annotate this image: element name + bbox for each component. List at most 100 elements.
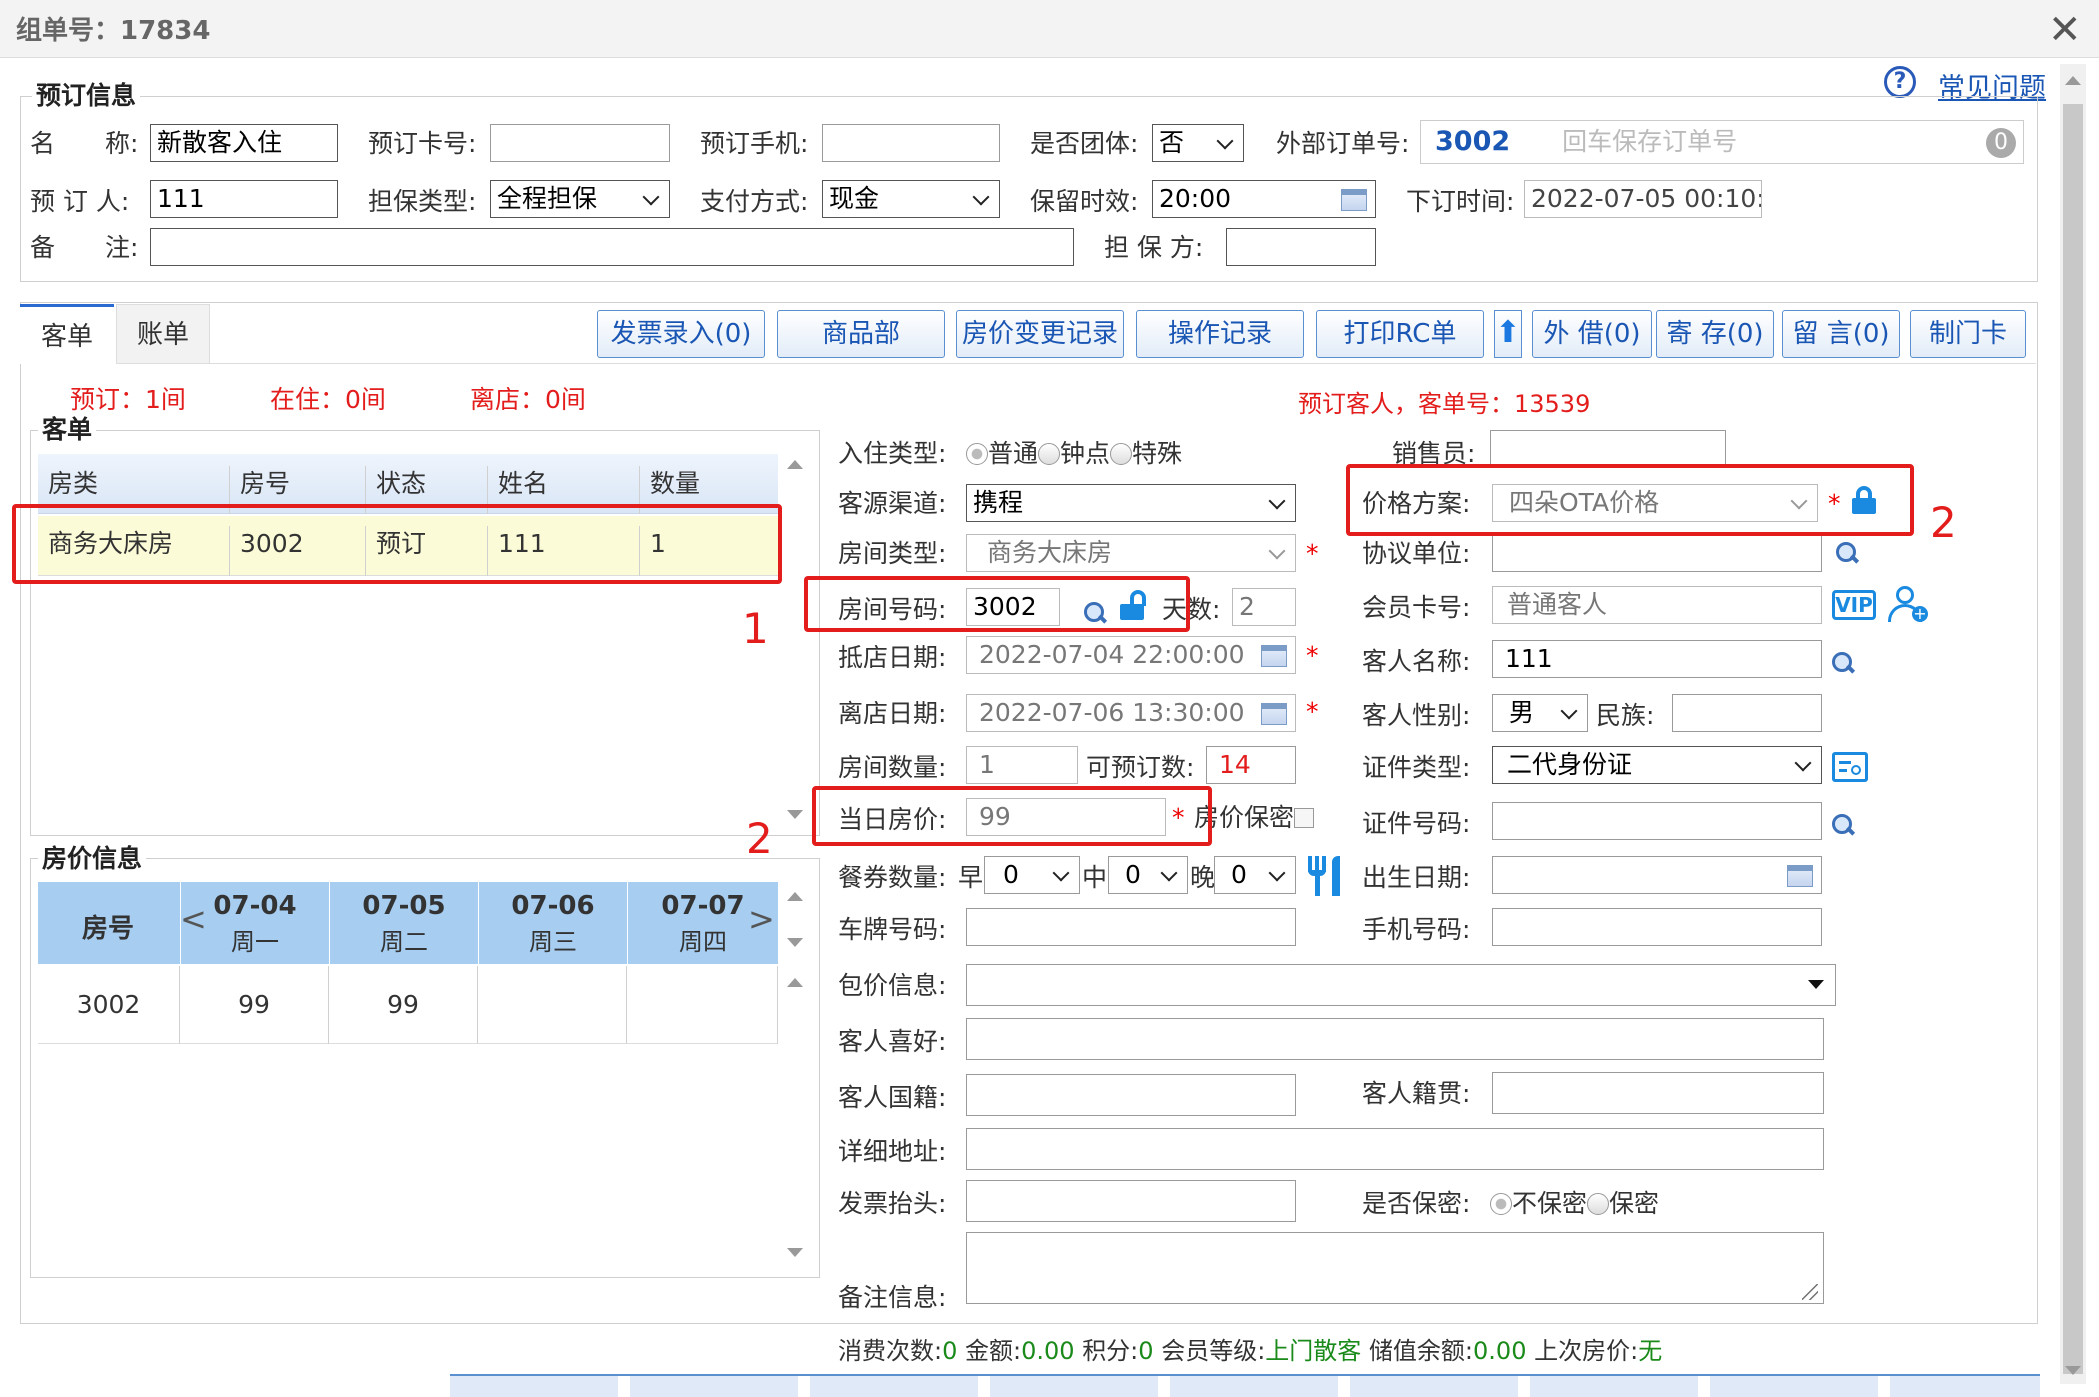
room-count-label: 房间数量: [838,753,947,782]
tab-bill[interactable]: 账单 [116,304,210,364]
tab-guest[interactable]: 客单 [20,304,114,364]
nation-label: 客人国籍: [838,1083,947,1112]
plate-input[interactable] [966,908,1296,946]
agreement-input[interactable] [1492,534,1822,572]
tab-strip-line [210,363,2036,364]
help-icon[interactable]: ? [1884,66,1916,98]
name-input[interactable]: 新散客入住 [150,124,338,162]
scrollbar[interactable] [2060,64,2086,1384]
member-label: 会员卡号: [1362,593,1471,622]
radio-hourly[interactable] [1038,443,1061,465]
hold-input[interactable]: 20:00 [1152,180,1376,218]
ext-order-input[interactable]: 3002 回车保存订单号 [1420,120,2024,164]
group-select[interactable]: 否 [1152,124,1244,162]
breakfast-select[interactable]: 0 [984,856,1080,894]
make-card-button[interactable]: 制门卡 [1910,310,2026,358]
pay-select[interactable]: 现金 [822,180,1000,218]
table-row[interactable]: 3002 99 99 [38,966,778,1044]
gender-label: 客人性别: [1362,701,1471,730]
phone-input[interactable] [822,124,1000,162]
booker-input[interactable]: 111 [150,180,338,218]
points-value: 0 [1138,1337,1154,1365]
remark-input[interactable] [150,228,1074,266]
calendar-icon[interactable] [1341,189,1367,211]
secret-no-label: 不保密 [1512,1189,1588,1218]
arrive-input[interactable]: 2022-07-04 22:00:00 [966,636,1296,674]
calendar-icon[interactable] [1261,645,1287,667]
guest-list-scrollbar[interactable] [787,460,803,820]
amount-value: 0.00 [1021,1337,1075,1365]
calendar-icon[interactable] [1787,865,1813,887]
hold-label: 保留时效: [1030,187,1139,216]
id-type-select[interactable]: 二代身份证 [1492,746,1822,784]
upload-arrow-icon[interactable]: ⬆ [1494,310,1522,358]
print-rc-button[interactable]: 打印RC单 [1316,310,1484,358]
close-icon[interactable]: ✕ [2048,10,2082,50]
level-value: 上门散客 [1265,1337,1362,1365]
balance-label: 储值余额: [1368,1337,1474,1365]
gender-select[interactable]: 男 [1492,694,1588,732]
rate-list-scrollbar[interactable] [787,892,803,1262]
lunch-label: 中 [1082,863,1108,892]
sales-input[interactable] [1490,430,1726,468]
operation-log-button[interactable]: 操作记录 [1136,310,1304,358]
calendar-icon[interactable] [1261,703,1287,725]
days-input[interactable]: 2 [1232,588,1296,626]
mobile-input[interactable] [1492,908,1822,946]
birth-input[interactable] [1492,856,1822,894]
channel-select[interactable]: 携程 [966,484,1296,522]
annotation-box-room-no [804,576,1190,632]
pref-input[interactable] [966,1018,1824,1060]
message-button[interactable]: 留 言(0) [1782,310,1900,358]
goods-button[interactable]: 商品部 [777,310,945,358]
search-icon[interactable] [1834,540,1860,566]
secret-label: 是否保密: [1362,1189,1471,1218]
rate-secret-checkbox[interactable] [1294,808,1314,828]
add-user-icon[interactable]: + [1888,586,1928,626]
order-time-input: 2022-07-05 00:10:2 [1524,180,1762,218]
order-time-label: 下订时间: [1406,187,1515,216]
radio-not-secret[interactable] [1490,1193,1512,1215]
secret-radios: 不保密 保密 [1490,1186,1659,1222]
member-input[interactable]: 普通客人 [1492,586,1822,624]
pref-label: 客人喜好: [838,1027,947,1056]
guarantee-select[interactable]: 全程担保 [490,180,670,218]
nation-input[interactable] [966,1074,1296,1116]
address-input[interactable] [966,1128,1824,1170]
native-input[interactable] [1492,1072,1824,1114]
radio-normal[interactable] [966,443,988,465]
search-icon[interactable] [1830,650,1856,676]
card-input[interactable] [490,124,670,162]
depart-input[interactable]: 2022-07-06 13:30:00 [966,694,1296,732]
checkin-hourly-label: 钟点 [1060,439,1111,468]
fork-knife-icon[interactable] [1306,856,1342,896]
caret-down-icon[interactable] [1808,980,1824,989]
search-icon[interactable] [1830,812,1856,838]
resize-handle-icon[interactable] [1802,1284,1818,1300]
id-no-input[interactable] [1492,802,1822,840]
borrow-button[interactable]: 外 借(0) [1532,310,1652,358]
rate-change-log-button[interactable]: 房价变更记录 [956,310,1124,358]
checkin-special-label: 特殊 [1132,439,1183,468]
note-textarea[interactable] [966,1232,1824,1304]
dinner-select[interactable]: 0 [1214,856,1296,894]
guarantor-input[interactable] [1226,228,1376,266]
radio-special[interactable] [1110,443,1133,465]
bottom-buttons-strip [450,1374,2040,1397]
id-reader-icon[interactable] [1832,752,1868,782]
room-count-input[interactable]: 1 [966,746,1078,784]
lunch-select[interactable]: 0 [1108,856,1188,894]
invoice-label: 发票抬头: [838,1189,947,1218]
guest-name-input[interactable]: 111 [1492,640,1822,678]
annotation-box-daily-rate [812,786,1212,846]
package-select[interactable] [966,964,1836,1006]
vip-icon[interactable]: VIP [1832,590,1876,620]
invoice-input[interactable] [966,1180,1296,1222]
radio-secret[interactable] [1587,1193,1610,1215]
ethnic-input[interactable] [1672,694,1822,732]
invoice-entry-button[interactable]: 发票录入(0) [597,310,765,358]
deposit-button[interactable]: 寄 存(0) [1656,310,1774,358]
address-label: 详细地址: [838,1137,947,1166]
room-type-select[interactable]: 商务大床房 [966,534,1296,572]
annotation-number: 2 [1930,498,1957,547]
